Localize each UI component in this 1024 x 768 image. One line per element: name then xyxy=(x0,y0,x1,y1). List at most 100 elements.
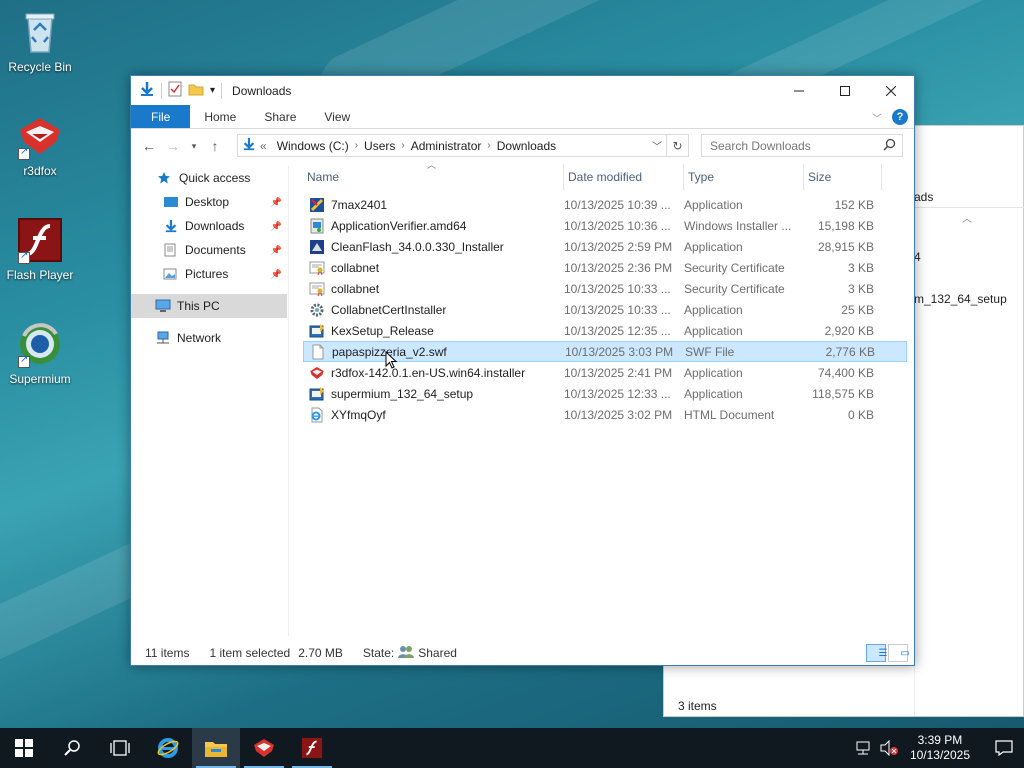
navigation-bar: ← → ▾ ↑ « Windows (C:) › Users › Adminis… xyxy=(131,129,914,163)
explorer-window[interactable]: ▾ Downloads File Home Share View ﹀ ? ← → xyxy=(130,75,915,666)
breadcrumb-overflow[interactable]: « xyxy=(256,139,271,153)
file-type: Windows Installer ... xyxy=(684,218,792,233)
selection-count: 1 item selected xyxy=(209,646,291,660)
pin-icon[interactable]: 📌 xyxy=(271,197,282,208)
file-row[interactable]: KexSetup_Release 10/13/2025 12:35 ... Appl… xyxy=(303,320,907,341)
sidebar-item-label: Pictures xyxy=(185,267,229,281)
properties-icon[interactable] xyxy=(168,81,182,100)
file-name-cell: XYfmqOyf xyxy=(303,407,564,423)
close-button[interactable] xyxy=(868,76,914,105)
sidebar-item-desktop[interactable]: Desktop 📌 xyxy=(131,190,288,214)
tab-view[interactable]: View xyxy=(310,105,364,128)
taskbar-flash-player[interactable] xyxy=(288,728,336,768)
desktop-icon-flash-player[interactable]: Flash Player xyxy=(0,216,80,282)
network-icon xyxy=(155,331,171,345)
file-size: 3 KB xyxy=(847,260,874,275)
pin-icon[interactable]: 📌 xyxy=(271,269,282,280)
breadcrumb-downloads[interactable]: Downloads xyxy=(491,139,562,153)
taskbar-r3dfox[interactable] xyxy=(240,728,288,768)
task-view-button[interactable] xyxy=(96,728,144,768)
file-row[interactable]: ApplicationVerifier.amd64 10/13/2025 10:3… xyxy=(303,215,907,236)
address-bar[interactable]: « Windows (C:) › Users › Administrator ›… xyxy=(237,134,689,157)
search-input[interactable]: Search Downloads xyxy=(701,134,903,157)
up-button[interactable]: ↑ xyxy=(203,138,227,154)
sidebar-item-this-pc[interactable]: This PC xyxy=(131,294,287,318)
status-bar: 11 items 1 item selected 2.70 MB State: … xyxy=(131,641,914,665)
downloads-folder-icon xyxy=(163,219,179,233)
help-icon[interactable]: ? xyxy=(892,109,908,125)
taskbar-internet-explorer[interactable] xyxy=(144,728,192,768)
setup-icon xyxy=(309,386,325,402)
details-view-button[interactable]: ☰ xyxy=(866,644,887,662)
file-size: 2,920 KB xyxy=(824,323,874,338)
file-date-modified: 10/13/2025 2:59 PM xyxy=(564,239,673,254)
desktop-icon-label: Supermium xyxy=(9,372,71,386)
file-row[interactable]: 7max2401 10/13/2025 10:39 ... Application 1… xyxy=(303,194,907,215)
certificate-icon xyxy=(309,281,325,297)
large-icons-view-button[interactable]: ▭ xyxy=(888,644,910,662)
customize-toolbar-chevron-icon[interactable]: ▾ xyxy=(210,85,215,96)
file-row[interactable]: XYfmqOyf 10/13/2025 3:02 PM HTML Document 0… xyxy=(303,404,907,425)
sidebar-item-pictures[interactable]: Pictures 📌 xyxy=(131,262,288,286)
state-value: Shared xyxy=(418,646,457,660)
start-button[interactable] xyxy=(0,728,48,768)
installer-icon xyxy=(309,218,325,234)
column-header-date-modified[interactable]: Date modified xyxy=(564,164,684,190)
refresh-icon[interactable]: ↻ xyxy=(666,135,688,156)
file-date-modified: 10/13/2025 3:02 PM xyxy=(564,407,673,422)
forward-button[interactable]: → xyxy=(161,138,185,154)
column-header-size[interactable]: Size xyxy=(804,164,882,190)
file-name-cell: ApplicationVerifier.amd64 xyxy=(303,218,564,234)
new-folder-icon[interactable] xyxy=(188,82,204,99)
clock[interactable]: 3:39 PM 10/13/2025 xyxy=(910,733,970,763)
action-center-button[interactable] xyxy=(984,728,1024,768)
tab-home[interactable]: Home xyxy=(190,105,250,128)
app-7max-icon xyxy=(309,197,325,213)
minimize-button[interactable] xyxy=(776,76,822,105)
file-row[interactable]: CollabnetCertInstaller 10/13/2025 10:33 .… xyxy=(303,299,907,320)
large-icons-view-icon: ▭ xyxy=(900,647,910,659)
internet-explorer-icon xyxy=(157,738,179,758)
file-explorer-icon xyxy=(205,742,227,757)
pin-icon[interactable]: 📌 xyxy=(271,221,282,232)
desktop-icon-recycle-bin[interactable]: Recycle Bin xyxy=(0,8,80,74)
file-date-modified: 10/13/2025 10:39 ... xyxy=(564,197,671,212)
recent-locations-chevron-icon[interactable]: ▾ xyxy=(185,141,203,152)
tab-file[interactable]: File xyxy=(131,105,191,128)
file-row[interactable]: collabnet 10/13/2025 2:36 PM Security Cert… xyxy=(303,257,907,278)
maximize-button[interactable] xyxy=(822,76,868,105)
address-dropdown-chevron-icon[interactable]: ﹀ xyxy=(652,138,662,153)
minimize-icon xyxy=(794,90,804,91)
maximize-icon xyxy=(840,85,850,96)
network-tray-button[interactable] xyxy=(852,728,876,768)
desktop-icon-supermium[interactable]: Supermium xyxy=(0,320,80,386)
file-type: HTML Document xyxy=(684,407,775,422)
taskbar-file-explorer[interactable] xyxy=(192,728,240,768)
file-date-modified: 10/13/2025 2:41 PM xyxy=(564,365,673,380)
file-name: XYfmqOyf xyxy=(331,407,386,422)
sidebar-item-documents[interactable]: Documents 📌 xyxy=(131,238,288,262)
search-button[interactable] xyxy=(48,728,96,768)
back-button[interactable]: ← xyxy=(137,138,161,154)
volume-tray-button[interactable] xyxy=(876,728,902,768)
file-date-modified: 10/13/2025 12:35 ... xyxy=(564,323,671,338)
sidebar-item-network[interactable]: Network xyxy=(131,326,288,350)
file-row[interactable]: supermium_132_64_setup 10/13/2025 12:33 .… xyxy=(303,383,907,404)
file-row[interactable]: collabnet 10/13/2025 10:33 ... Security Ce… xyxy=(303,278,907,299)
file-size: 0 KB xyxy=(847,407,874,422)
title-bar[interactable]: ▾ Downloads xyxy=(131,76,914,105)
sidebar-item-downloads[interactable]: Downloads 📌 xyxy=(131,214,288,238)
desktop-icon-r3dfox[interactable]: r3dfox xyxy=(0,112,80,178)
file-type: SWF File xyxy=(685,344,735,359)
documents-folder-icon xyxy=(163,243,179,257)
tab-share[interactable]: Share xyxy=(250,105,310,128)
column-header-type[interactable]: Type xyxy=(684,164,804,190)
sidebar-item-quick-access[interactable]: Quick access xyxy=(131,166,288,190)
breadcrumb-windows-c[interactable]: Windows (C:) xyxy=(271,139,355,153)
expand-ribbon-chevron-icon[interactable]: ﹀ xyxy=(872,110,882,125)
file-row[interactable]: CleanFlash_34.0.0.330_Installer 10/13/202… xyxy=(303,236,907,257)
pin-icon[interactable]: 📌 xyxy=(271,245,282,256)
breadcrumb-administrator[interactable]: Administrator xyxy=(405,139,488,153)
breadcrumb-users[interactable]: Users xyxy=(358,139,401,153)
html-doc-icon xyxy=(309,407,325,423)
